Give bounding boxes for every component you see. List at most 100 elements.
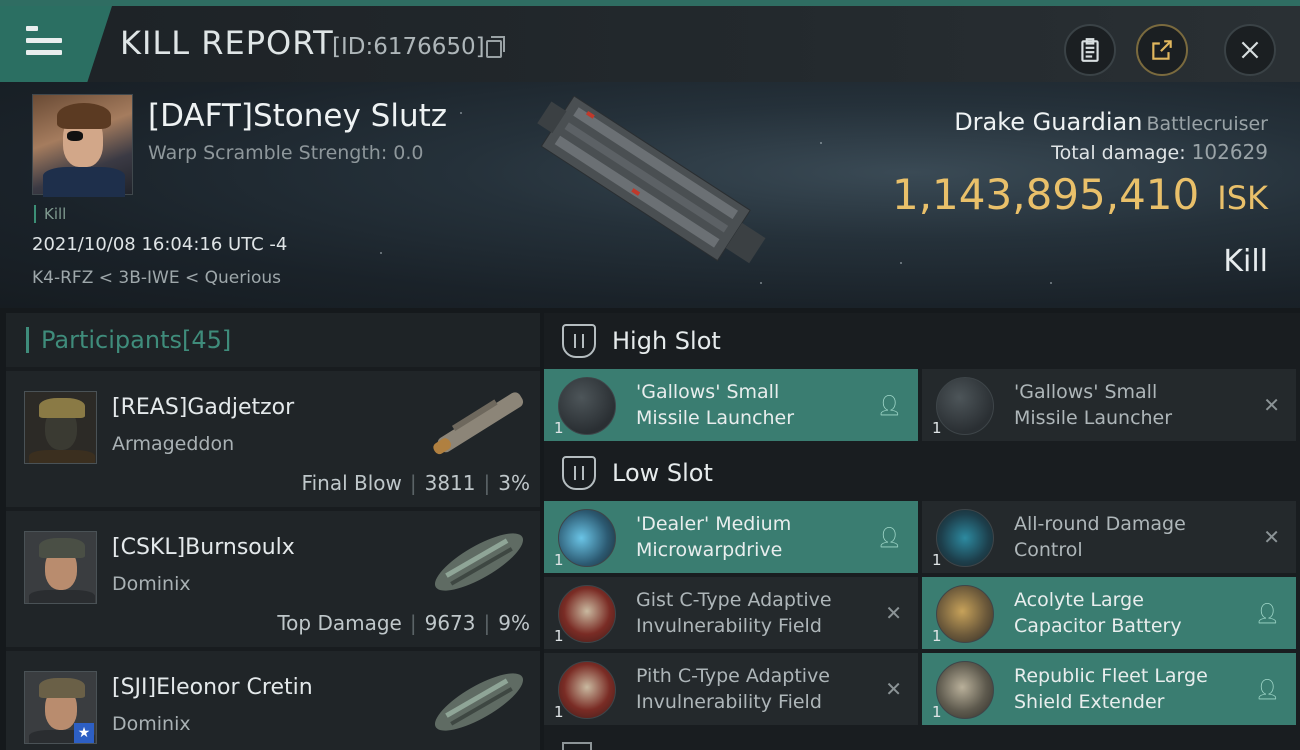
module-name-line1: Pith C-Type Adaptive	[636, 665, 830, 687]
top-bar: KILL REPORT [ID:6176650]	[0, 0, 1300, 82]
participants-header[interactable]: Participants [45]	[6, 313, 540, 367]
low-slot-header: Low Slot	[544, 445, 1300, 501]
participant-portrait[interactable]	[24, 391, 97, 464]
module-quantity: 1	[932, 703, 942, 721]
victim-ship-name[interactable]: Drake Guardian Battlecruiser	[954, 108, 1268, 136]
menu-button[interactable]	[0, 6, 112, 82]
module-quantity: 1	[554, 627, 564, 645]
module-item[interactable]: 1 Acolyte Large Capacitor Battery 👤︎	[922, 577, 1296, 649]
module-item[interactable]: 1 'Gallows' Small Missile Launcher ✕	[922, 369, 1296, 441]
copy-icon[interactable]	[486, 36, 505, 58]
participant-stats: Top Damage | 9673 | 9%	[277, 611, 530, 635]
participant-role: Top Damage	[277, 611, 402, 635]
clipboard-button[interactable]	[1064, 24, 1116, 76]
low-slot-icon	[562, 456, 596, 490]
damage-control-icon	[936, 509, 994, 567]
module-item[interactable]: 1 All-round Damage Control ✕	[922, 501, 1296, 573]
total-damage-label: Total damage:	[1051, 142, 1186, 164]
person-icon: 👤︎	[1254, 677, 1280, 701]
participant-row[interactable]: [CSKL]Burnsoulx Dominix Top Damage | 9673 |…	[6, 511, 540, 647]
close-button[interactable]	[1224, 24, 1276, 76]
module-name-line1: 'Gallows' Small	[1014, 381, 1158, 403]
participant-name[interactable]: [REAS]Gadjetzor	[112, 395, 294, 420]
x-icon: ✕	[1263, 525, 1280, 549]
warp-scramble-strength: Warp Scramble Strength: 0.0	[148, 142, 424, 164]
module-item[interactable]: 1 Pith C-Type Adaptive Invulnerability Fi…	[544, 653, 918, 725]
low-slot-label: Low Slot	[612, 459, 713, 487]
participants-label: Participants	[41, 326, 182, 354]
page-title: KILL REPORT	[120, 24, 334, 62]
isk-unit: ISK	[1217, 179, 1268, 217]
invulnerability-field-icon	[558, 585, 616, 643]
participant-portrait[interactable]	[24, 531, 97, 604]
kill-location: K4-RFZ < 3B-IWE < Querious	[32, 268, 281, 288]
shield-extender-icon	[936, 661, 994, 719]
participant-row[interactable]: [REAS]Gadjetzor Armageddon Final Blow | 38…	[6, 371, 540, 507]
victim-ship-image[interactable]	[520, 96, 780, 266]
module-quantity: 1	[932, 419, 942, 437]
x-icon: ✕	[885, 601, 902, 625]
victim-name[interactable]: [DAFT]Stoney Slutz	[148, 98, 447, 134]
isk-value: 1,143,895,410 ISK	[892, 170, 1268, 219]
participants-panel: Participants [45] [REAS]Gadjetzor Armage…	[6, 313, 540, 750]
participants-count: [45]	[181, 326, 232, 354]
participant-ship: Dominix	[112, 713, 191, 735]
module-name-line2: Invulnerability Field	[636, 691, 822, 713]
participant-percent: 3%	[498, 471, 530, 495]
module-name-line2: Missile Launcher	[1014, 407, 1173, 429]
kill-tag: Kill	[34, 205, 66, 223]
fitting-panel: High Slot 1 'Gallows' Small Missile Launc…	[544, 313, 1300, 750]
module-name-line2: Shield Extender	[1014, 691, 1165, 713]
clipboard-icon	[1081, 38, 1099, 62]
victim-portrait[interactable]	[32, 94, 133, 197]
next-slot-icon	[562, 742, 592, 750]
module-name-line1: Republic Fleet Large	[1014, 665, 1208, 687]
module-item[interactable]: 1 Gist C-Type Adaptive Invulnerability Fi…	[544, 577, 918, 649]
module-name-line2: Capacitor Battery	[1014, 615, 1182, 637]
kill-datetime: 2021/10/08 16:04:16 UTC -4	[32, 234, 288, 255]
missile-launcher-icon	[558, 377, 616, 435]
participant-ship: Dominix	[112, 573, 191, 595]
participant-row[interactable]: ★ [SJI]Eleonor Cretin Dominix	[6, 651, 540, 750]
participant-ship-image[interactable]	[424, 661, 534, 743]
module-quantity: 1	[554, 703, 564, 721]
participant-ship: Armageddon	[112, 433, 235, 455]
module-name-line1: 'Dealer' Medium	[636, 513, 792, 535]
module-name-line2: Invulnerability Field	[636, 615, 822, 637]
share-button[interactable]	[1136, 24, 1188, 76]
x-icon: ✕	[885, 677, 902, 701]
total-damage-value: 102629	[1191, 140, 1268, 164]
high-slot-icon	[562, 324, 596, 358]
participant-name[interactable]: [CSKL]Burnsoulx	[112, 535, 295, 560]
participant-ship-image[interactable]	[424, 521, 534, 603]
participant-stats: Final Blow | 3811 | 3%	[301, 471, 530, 495]
participant-name[interactable]: [SJI]Eleonor Cretin	[112, 675, 313, 700]
module-name-line1: All-round Damage	[1014, 513, 1186, 535]
participant-role: Final Blow	[301, 471, 402, 495]
participant-percent: 9%	[498, 611, 530, 635]
person-icon: 👤︎	[876, 525, 902, 549]
module-item[interactable]: 1 'Dealer' Medium Microwarpdrive 👤︎	[544, 501, 918, 573]
invulnerability-field-icon	[558, 661, 616, 719]
module-name-line2: Missile Launcher	[636, 407, 795, 429]
ship-class: Battlecruiser	[1146, 113, 1268, 135]
share-icon	[1152, 40, 1172, 60]
module-name-line2: Control	[1014, 539, 1083, 561]
kill-summary: [DAFT]Stoney Slutz Warp Scramble Strengt…	[0, 82, 1300, 308]
module-name-line1: Acolyte Large	[1014, 589, 1144, 611]
module-name-line1: 'Gallows' Small	[636, 381, 780, 403]
module-name-line2: Microwarpdrive	[636, 539, 783, 561]
high-slot-header: High Slot	[544, 313, 1300, 369]
module-quantity: 1	[554, 551, 564, 569]
total-damage: Total damage: 102629	[1051, 140, 1268, 164]
participant-ship-image[interactable]	[424, 381, 534, 463]
star-badge-icon: ★	[74, 723, 94, 743]
module-item[interactable]: 1 Republic Fleet Large Shield Extender 👤︎	[922, 653, 1296, 725]
microwarpdrive-icon	[558, 509, 616, 567]
report-id: [ID:6176650]	[332, 34, 485, 60]
person-icon: 👤︎	[1254, 601, 1280, 625]
person-icon: 👤︎	[876, 393, 902, 417]
module-quantity: 1	[932, 551, 942, 569]
close-icon	[1241, 41, 1259, 59]
module-item[interactable]: 1 'Gallows' Small Missile Launcher 👤︎	[544, 369, 918, 441]
